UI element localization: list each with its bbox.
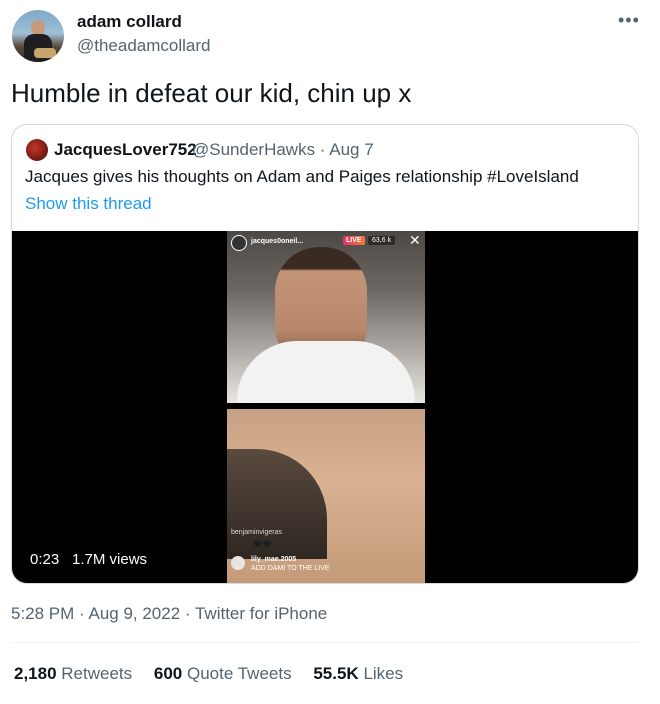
quoted-author-avatar[interactable] xyxy=(26,139,48,161)
live-comment2-user: lily_mae.2005 xyxy=(251,556,297,563)
live-badge: LIVE xyxy=(343,236,365,245)
hoodie-image xyxy=(237,341,415,403)
author-display-name[interactable]: adam collard xyxy=(77,12,182,32)
close-icon: ✕ xyxy=(409,232,421,248)
quoted-tweet-card[interactable]: JacquesLover752 @SunderHawks · Aug 7 Jac… xyxy=(11,124,639,584)
video-player[interactable]: jacques0oneil... LIVE 63,6 k ✕ benjaminv… xyxy=(12,231,638,583)
live-comment2-text: ADD DAMI TO THE LIVE xyxy=(251,565,330,572)
quoted-tweet-text: Jacques gives his thoughts on Adam and P… xyxy=(25,167,579,186)
quote-tweets-label: Quote Tweets xyxy=(187,664,292,683)
live-video-frame-top xyxy=(227,231,425,403)
instagram-live-header: jacques0oneil... LIVE 63,6 k ✕ xyxy=(231,232,421,251)
viewer-count: 63,6 k xyxy=(368,236,396,245)
likes-count: 55.5K xyxy=(313,664,359,683)
quote-tweets-count: 600 xyxy=(153,664,183,683)
retweets-stat[interactable]: 2,180 Retweets xyxy=(14,664,132,684)
tweet-stats: 2,180 Retweets 600 Quote Tweets 55.5K Li… xyxy=(14,664,420,684)
quote-tweets-stat[interactable]: 600 Quote Tweets xyxy=(154,664,292,684)
live-comment-emoji: 😂😂 xyxy=(253,539,272,548)
live-comment-avatar xyxy=(231,556,245,570)
author-handle[interactable]: @theadamcollard xyxy=(77,36,211,56)
author-avatar[interactable] xyxy=(12,10,64,62)
tweet-timestamp[interactable]: 5:28 PM · Aug 9, 2022 · Twitter for iPho… xyxy=(11,604,327,624)
show-thread-link[interactable]: Show this thread xyxy=(25,194,152,214)
live-comment-user: benjaminvigeras xyxy=(231,529,282,536)
tweet-text: Humble in defeat our kid, chin up x xyxy=(11,78,412,108)
live-host-avatar xyxy=(231,235,247,251)
more-horizontal-icon[interactable]: ••• xyxy=(618,10,640,31)
quoted-author-handle-date[interactable]: @SunderHawks · Aug 7 xyxy=(192,140,374,160)
quoted-author-name[interactable]: JacquesLover752 xyxy=(54,140,197,160)
hair-image xyxy=(227,449,327,559)
likes-label: Likes xyxy=(363,664,404,683)
divider xyxy=(11,642,639,643)
retweets-label: Retweets xyxy=(61,664,133,683)
video-views: 1.7M views xyxy=(72,551,148,568)
avatar-legs xyxy=(34,48,56,58)
live-host-username: jacques0oneil... xyxy=(251,238,304,245)
video-duration: 0:23 xyxy=(30,551,60,568)
retweets-count: 2,180 xyxy=(14,664,57,683)
likes-stat[interactable]: 55.5K Likes xyxy=(313,664,403,684)
